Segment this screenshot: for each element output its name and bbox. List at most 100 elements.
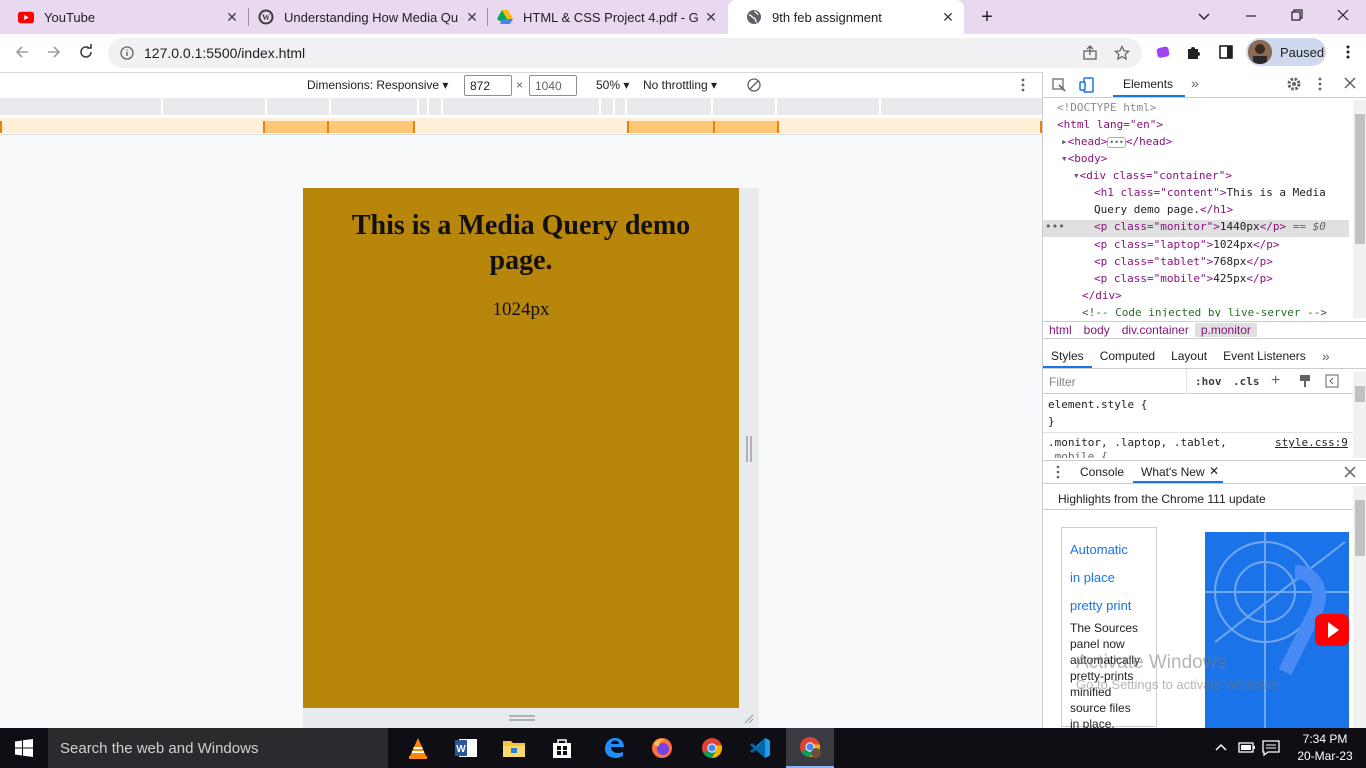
device-toggle-icon[interactable] [1079,76,1095,94]
resize-handle-right[interactable] [739,188,759,708]
edge-icon[interactable] [590,728,638,768]
tab-youtube[interactable]: YouTube ✕ [0,0,248,34]
word-icon[interactable]: W [442,728,490,768]
feature-link[interactable]: Automatic [1070,536,1148,564]
settings-gear-icon[interactable] [1286,76,1302,92]
minimize-icon[interactable] [1243,8,1261,26]
restore-icon[interactable] [1289,7,1307,25]
breadcrumb-item[interactable]: p.monitor [1194,323,1257,337]
system-clock[interactable]: 7:34 PM 20-Mar-23 [1292,731,1358,765]
css-source-link[interactable]: style.css:9 [1275,436,1348,449]
devtools-menu-icon[interactable] [1315,76,1325,92]
tab-elements[interactable]: Elements [1123,77,1173,91]
whats-new-video-thumbnail[interactable] [1205,532,1349,728]
close-tab-icon[interactable]: ✕ [464,9,480,25]
tab-console[interactable]: Console [1080,465,1124,479]
close-tab-icon[interactable]: ✕ [224,9,240,25]
new-tab-plus-icon[interactable]: + [976,6,998,28]
width-field[interactable]: 872 [464,75,512,96]
device-toolbar-menu-icon[interactable] [1016,77,1030,93]
vscode-icon[interactable] [736,728,784,768]
inspect-element-icon[interactable] [1051,77,1067,93]
chrome-icon[interactable] [688,728,736,768]
dom-line-p-monitor[interactable]: <p class="monitor">1440px</p> == $0 [1094,220,1354,237]
tab-search-chevron-icon[interactable] [1196,8,1214,26]
dom-line-p-tablet[interactable]: <p class="tablet">768px</p> [1094,255,1366,272]
devtools-panel: Elements » <!DOCTYPE html> <html lang="e… [1042,72,1366,731]
close-drawer-icon[interactable] [1343,465,1357,479]
reload-icon[interactable] [72,38,100,66]
show-hidden-icons-chevron-icon[interactable] [1214,741,1228,755]
dom-line-doctype[interactable]: <!DOCTYPE html> [1057,101,1363,118]
media-query-bar-orange[interactable] [0,118,1042,133]
new-rule-plus-icon[interactable]: + [1271,372,1280,390]
firefox-icon[interactable] [638,728,686,768]
throttling-dropdown[interactable]: No throttling ▾ [643,78,717,92]
tab-event-listeners[interactable]: Event Listeners [1215,349,1314,363]
close-tab-icon[interactable]: ✕ [940,9,956,25]
close-tab-icon[interactable]: ✕ [703,9,719,25]
site-info-icon[interactable] [120,46,134,60]
dom-line-container[interactable]: ▾<div class="container"> [1073,169,1366,186]
filter-input[interactable]: Filter [1049,375,1076,389]
dom-line-h1-cont[interactable]: Query demo page.</h1> [1094,203,1366,220]
tab-computed[interactable]: Computed [1092,349,1163,363]
dom-line-h1[interactable]: <h1 class="content">This is a Media [1094,186,1366,203]
rotate-icon[interactable] [746,77,762,93]
tab-styles[interactable]: Styles [1043,349,1092,368]
store-icon[interactable] [538,728,586,768]
breadcrumb-item[interactable]: div.container [1116,323,1195,337]
dom-line-p-laptop[interactable]: <p class="laptop">1024px</p> [1094,238,1366,255]
zoom-dropdown[interactable]: 50% ▾ [596,78,629,92]
breadcrumb-item[interactable]: html [1043,323,1078,337]
close-window-icon[interactable] [1335,7,1353,25]
close-devtools-icon[interactable] [1343,76,1357,90]
chrome-active-icon[interactable] [786,728,834,768]
dom-line-html[interactable]: <html lang="en"> [1057,118,1363,135]
cls-toggle[interactable]: .cls [1233,375,1260,388]
feature-link[interactable]: in place [1070,564,1148,592]
more-tabs-icon[interactable]: » [1191,75,1199,91]
element-style-rule[interactable]: element.style { [1048,398,1147,411]
side-panel-icon[interactable] [1212,38,1240,66]
forward-icon[interactable] [40,38,68,66]
height-field[interactable]: 1040 [529,75,577,96]
profile-button[interactable]: Paused [1246,38,1326,66]
extension-icon[interactable] [1150,38,1178,66]
address-bar[interactable]: 127.0.0.1:5500/index.html [108,38,1142,68]
chrome-menu-icon[interactable] [1334,38,1362,66]
tab-media-query-article[interactable]: W Understanding How Media Quer ✕ [240,0,488,34]
drawer-menu-icon[interactable] [1055,465,1061,479]
dom-scrollbar[interactable] [1353,100,1366,318]
file-explorer-icon[interactable] [490,728,538,768]
extensions-puzzle-icon[interactable] [1180,38,1208,66]
hov-toggle[interactable]: :hov [1195,375,1222,388]
toggle-sidebar-icon[interactable] [1325,374,1339,388]
paint-icon[interactable] [1298,374,1312,388]
tab-layout[interactable]: Layout [1163,349,1215,363]
tab-whats-new[interactable]: What's New ✕ [1133,461,1223,483]
dimensions-dropdown[interactable]: Dimensions: Responsive ▾ [307,78,448,92]
tab-9th-feb-assignment[interactable]: 9th feb assignment ✕ [728,0,964,34]
dom-line-p-mobile[interactable]: <p class="mobile">425px</p> [1094,272,1366,289]
dom-line-div-close[interactable]: </div> [1082,289,1366,306]
tab-pdf[interactable]: HTML & CSS Project 4.pdf - Goo ✕ [479,0,727,34]
dom-line-head[interactable]: ▸<head> ••• </head> [1061,135,1366,152]
resize-handle-bottom[interactable] [303,708,759,728]
more-subtabs-icon[interactable]: » [1314,348,1338,364]
notifications-icon[interactable] [1262,740,1280,756]
feature-link[interactable]: pretty print [1070,592,1148,620]
breadcrumb-item[interactable]: body [1078,323,1116,337]
taskbar-search-box[interactable]: Search the web and Windows [48,728,388,768]
battery-icon[interactable] [1238,740,1256,754]
back-icon[interactable] [8,38,36,66]
bookmark-star-icon[interactable] [1114,45,1130,61]
styles-scrollbar[interactable] [1353,372,1366,458]
windows-start-icon[interactable] [0,728,48,768]
vlc-icon[interactable] [394,728,442,768]
dom-line-body[interactable]: ▾<body> [1061,152,1366,169]
share-icon[interactable] [1082,45,1098,61]
dom-line-comment[interactable]: <!-- Code injected by live-server --> [1082,306,1366,317]
drawer-scrollbar[interactable] [1353,486,1366,728]
media-query-bar-gray[interactable] [0,98,1042,115]
